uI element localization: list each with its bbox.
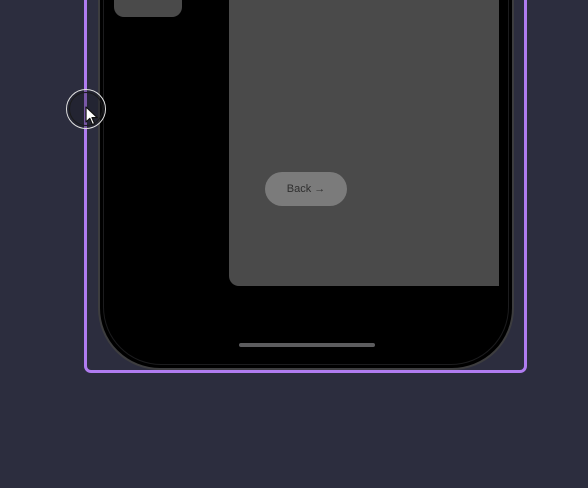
phone-frame: Back → [98,0,514,370]
preview-card-main[interactable]: Back → [229,0,499,286]
preview-card-left[interactable] [114,0,182,17]
pointer-cursor-icon [85,106,98,126]
home-indicator [239,343,375,347]
back-button-label: Back [286,183,312,195]
back-button[interactable]: Back → [265,172,347,206]
arrow-right-icon: → [314,183,326,195]
canvas: Back → [0,0,588,488]
